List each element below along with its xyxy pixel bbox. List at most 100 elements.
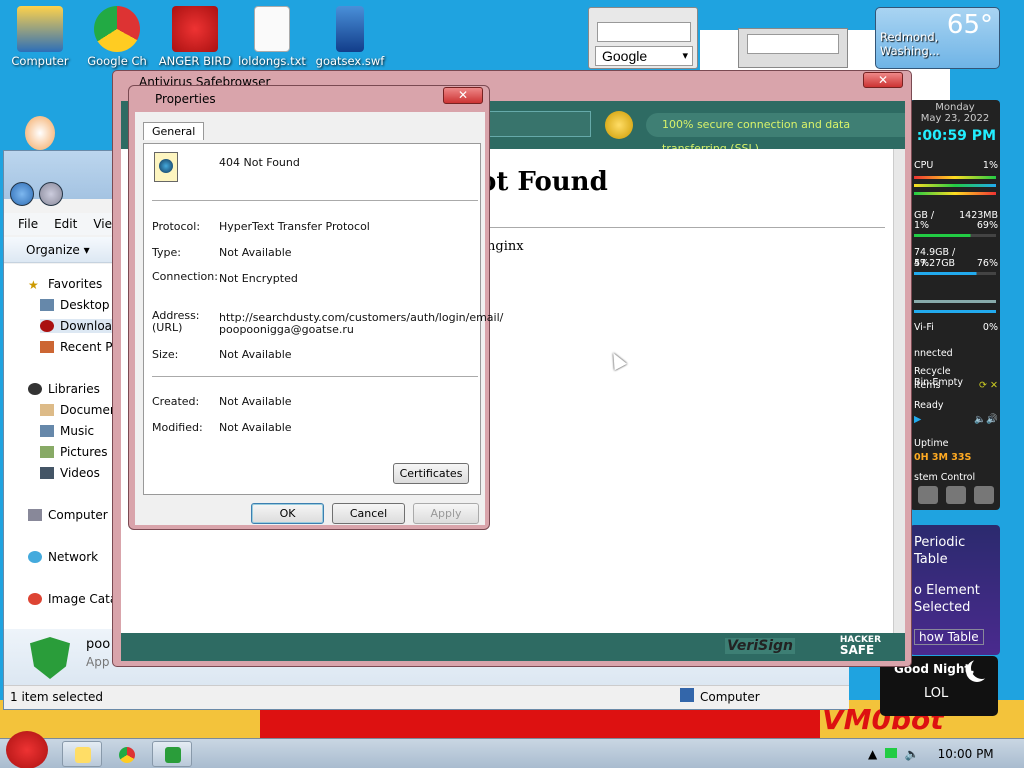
nav-music[interactable]: Music bbox=[40, 424, 94, 438]
angry-bird-icon bbox=[172, 6, 218, 52]
desktop-icon-angry-birds[interactable]: ANGER BIRD bbox=[155, 0, 235, 68]
dialog-title: Properties bbox=[155, 92, 216, 106]
cpu-label: CPU bbox=[914, 160, 934, 171]
start-button[interactable] bbox=[6, 731, 48, 768]
status-bar: 1 item selected Computer bbox=[4, 685, 849, 709]
antivirus-footer: VeriSign HACKER SAFE bbox=[121, 633, 905, 661]
ram-bar bbox=[914, 234, 996, 237]
menu-edit[interactable]: Edit bbox=[54, 217, 77, 231]
address-value-line2: poopoonigga@goatse.ru bbox=[219, 323, 354, 336]
image-catalog-icon bbox=[28, 593, 42, 605]
power-icon[interactable] bbox=[974, 486, 994, 504]
computer-icon bbox=[17, 6, 63, 52]
lock-icon[interactable] bbox=[946, 486, 966, 504]
desktop-icon-computer[interactable]: Computer bbox=[0, 0, 80, 68]
verisign-logo: VeriSign bbox=[725, 638, 795, 654]
navigation-pane: ★ Favorites Desktop Download Recent Pl Li… bbox=[4, 264, 120, 664]
ok-button[interactable]: OK bbox=[251, 503, 324, 524]
moon-icon bbox=[966, 660, 988, 682]
cpu-graph bbox=[914, 176, 996, 179]
nav-pictures[interactable]: Pictures bbox=[40, 445, 108, 459]
system-tray: ▲ 🔈 10:00 PM bbox=[868, 739, 994, 768]
web-file-icon bbox=[154, 152, 178, 182]
ssl-status: 100% secure connection and data transfer… bbox=[646, 113, 905, 155]
downloads-icon bbox=[40, 320, 54, 332]
connection-value: Not Encrypted bbox=[219, 272, 298, 285]
taskbar: ▲ 🔈 10:00 PM bbox=[0, 731, 1024, 768]
chrome-icon bbox=[94, 6, 140, 52]
hacker-safe-badge: HACKER SAFE bbox=[839, 635, 881, 657]
nav-documents[interactable]: Documen bbox=[40, 403, 117, 417]
documents-icon bbox=[40, 404, 54, 416]
flash-file-icon bbox=[336, 6, 364, 52]
connection-status: nnected bbox=[914, 348, 953, 359]
settings-icon[interactable] bbox=[918, 486, 938, 504]
weather-gadget[interactable]: 65° Redmond, Washing... bbox=[875, 7, 1000, 69]
desktop-icon-egg[interactable] bbox=[0, 110, 80, 152]
wifi-label: Vi-Fi bbox=[914, 322, 934, 333]
menu-file[interactable]: File bbox=[18, 217, 38, 231]
search-engine-select[interactable]: Google bbox=[595, 46, 693, 66]
cancel-button[interactable]: Cancel bbox=[332, 503, 405, 524]
network-tray-icon[interactable] bbox=[885, 748, 898, 758]
network-icon bbox=[28, 551, 42, 563]
media-status: Ready bbox=[914, 400, 944, 411]
nav-videos[interactable]: Videos bbox=[40, 466, 100, 480]
system-control-label: stem Control bbox=[914, 472, 976, 483]
nav-libraries[interactable]: Libraries bbox=[28, 382, 100, 396]
pictures-icon bbox=[40, 446, 54, 458]
shield-icon bbox=[165, 747, 181, 763]
computer-icon bbox=[680, 688, 694, 702]
play-icon[interactable]: ▶ bbox=[914, 414, 921, 425]
show-table-button[interactable]: how Table bbox=[914, 629, 984, 645]
nav-image-catalog[interactable]: Image Cata bbox=[28, 592, 117, 606]
taskbar-clock[interactable]: 10:00 PM bbox=[938, 747, 994, 761]
file-name: 404 Not Found bbox=[219, 156, 300, 169]
computer-icon bbox=[28, 509, 42, 521]
text-file-icon bbox=[254, 6, 290, 52]
desktop-icon-chrome[interactable]: Google Ch bbox=[77, 0, 157, 68]
shield-icon bbox=[30, 637, 70, 679]
taskbar-explorer[interactable] bbox=[62, 741, 102, 767]
music-icon bbox=[40, 425, 54, 437]
ram-percent: 69% bbox=[976, 220, 998, 231]
show-hidden-icons[interactable]: ▲ bbox=[868, 747, 877, 761]
back-button[interactable] bbox=[10, 182, 34, 206]
lock-icon bbox=[605, 111, 633, 139]
nav-recent-places[interactable]: Recent Pl bbox=[40, 340, 116, 354]
taskbar-chrome[interactable] bbox=[106, 741, 146, 767]
clock-time: :00:59 PM bbox=[916, 128, 996, 144]
properties-dialog: Properties ✕ General 404 Not Found Proto… bbox=[128, 85, 503, 530]
certificates-button[interactable]: Certificates bbox=[393, 463, 469, 484]
apply-button[interactable]: Apply bbox=[413, 503, 479, 524]
server-name: nginx bbox=[487, 239, 524, 254]
star-icon: ★ bbox=[28, 278, 39, 292]
desktop-icon bbox=[40, 299, 54, 311]
nav-network[interactable]: Network bbox=[28, 550, 98, 564]
nav-desktop[interactable]: Desktop bbox=[40, 298, 110, 312]
volume-icon[interactable]: 🔈🔊 bbox=[974, 414, 998, 425]
size-value: Not Available bbox=[219, 348, 292, 361]
dialog-close-button[interactable]: ✕ bbox=[443, 87, 483, 104]
search-input[interactable] bbox=[597, 22, 691, 42]
desktop-icon-loldongs[interactable]: loldongs.txt bbox=[232, 0, 312, 68]
volume-icon[interactable]: 🔈 bbox=[905, 747, 920, 761]
antivirus-close-button[interactable]: ✕ bbox=[863, 72, 903, 88]
forward-button[interactable] bbox=[39, 182, 63, 206]
details-file-name: poo bbox=[86, 637, 111, 652]
status-selection: 1 item selected bbox=[10, 690, 104, 704]
nav-computer[interactable]: Computer bbox=[28, 508, 108, 522]
calculator-display[interactable] bbox=[747, 34, 839, 54]
taskbar-antivirus[interactable] bbox=[152, 741, 192, 767]
nav-downloads[interactable]: Download bbox=[40, 319, 120, 333]
scrollbar[interactable] bbox=[893, 149, 905, 633]
recycle-icon[interactable]: ⟳ ✕ bbox=[979, 380, 998, 391]
organize-button[interactable]: Organize ▾ bbox=[26, 243, 90, 257]
nav-favorites[interactable]: ★ Favorites bbox=[28, 277, 102, 292]
tab-general[interactable]: General bbox=[143, 122, 205, 140]
address-bar[interactable] bbox=[481, 111, 591, 137]
wifi-value: 0% bbox=[982, 322, 998, 333]
modified-value: Not Available bbox=[219, 421, 292, 434]
desktop-icon-goatsex[interactable]: goatsex.swf bbox=[310, 0, 390, 68]
created-value: Not Available bbox=[219, 395, 292, 408]
